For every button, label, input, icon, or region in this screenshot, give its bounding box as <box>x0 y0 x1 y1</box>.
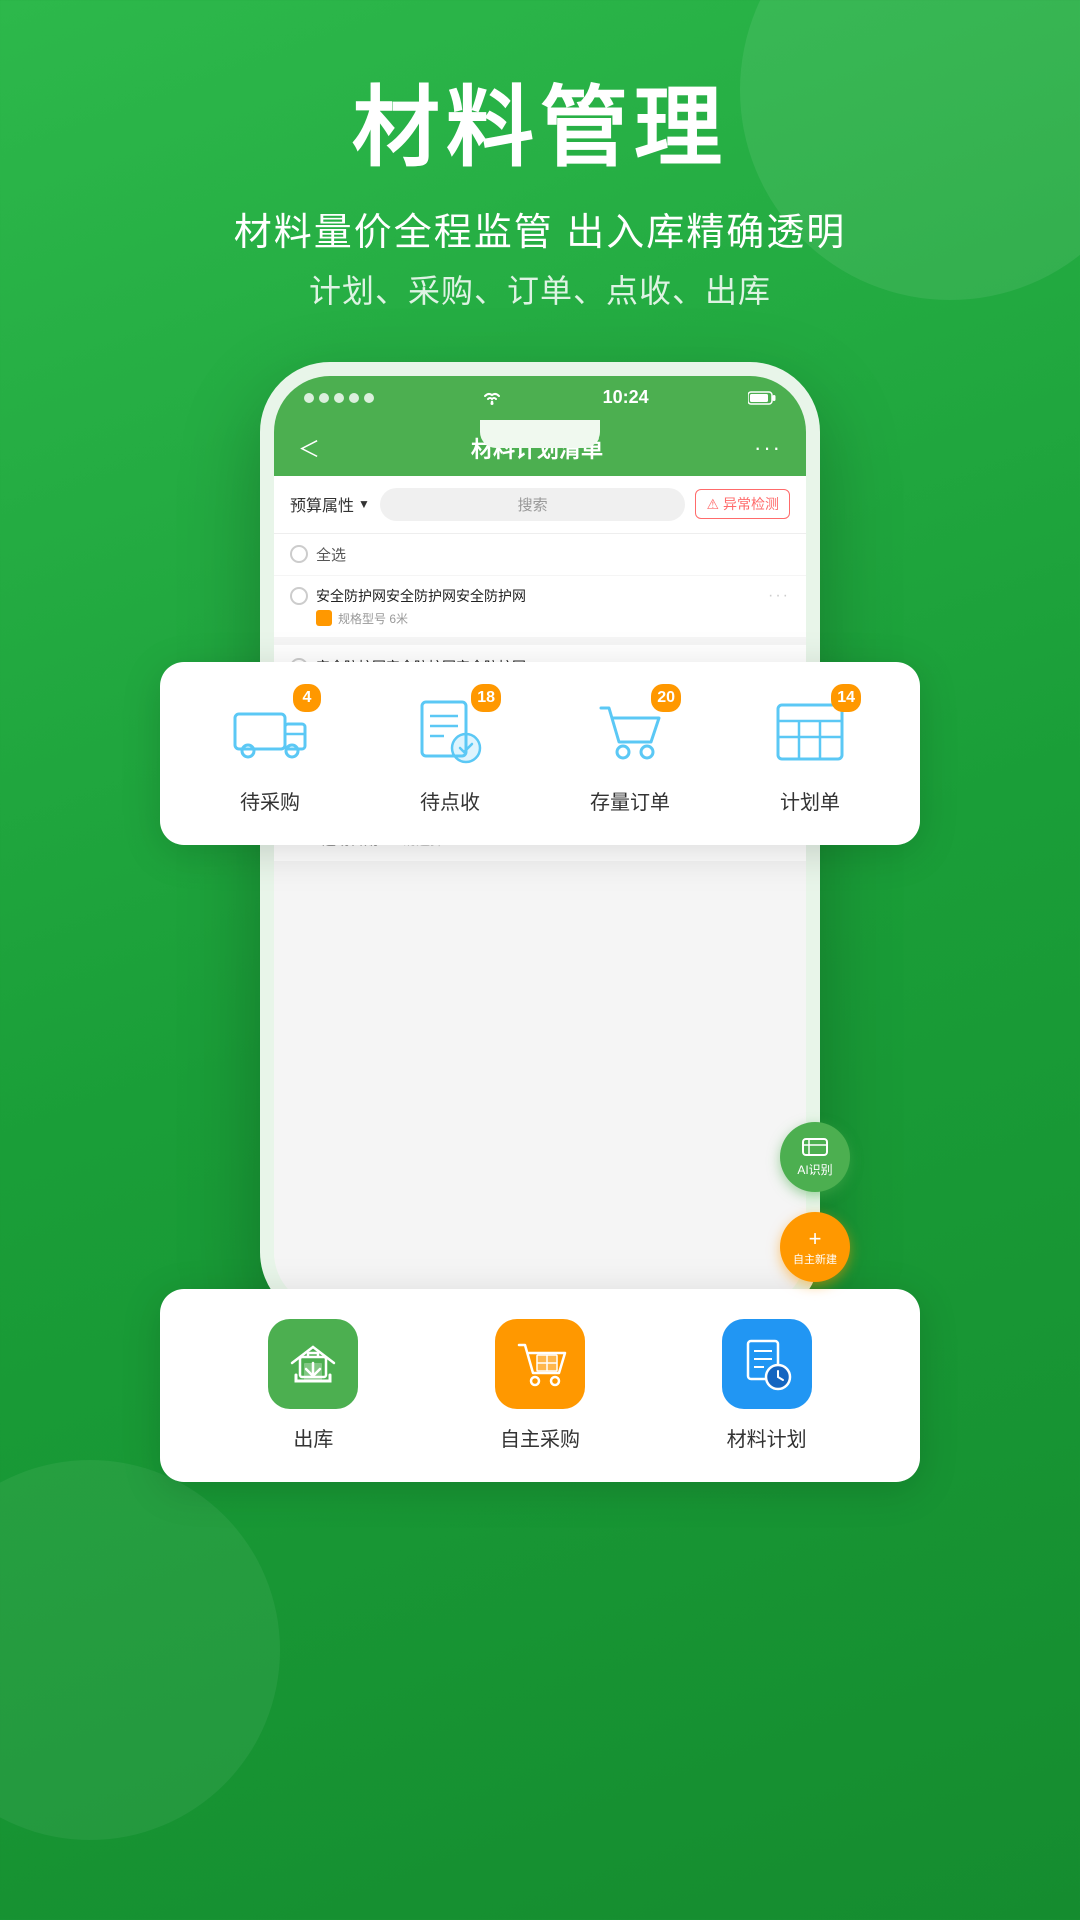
status-bar: 10:24 <box>274 376 806 420</box>
cart-icon-wrap: 20 <box>585 692 675 772</box>
ai-label: AI识别 <box>797 1161 832 1178</box>
quick-label-pending-purchase: 待采购 <box>240 786 300 815</box>
list-item-1[interactable]: 安全防护网安全防护网安全防护网 ··· 规格型号 6米 <box>274 576 806 637</box>
ai-icon <box>801 1135 829 1159</box>
quick-item-pending-purchase[interactable]: 4 待采购 <box>225 692 315 815</box>
phone-notch <box>480 420 600 448</box>
action-item-outbound[interactable]: 出库 <box>268 1319 358 1452</box>
action-item-self-purchase[interactable]: 自主采购 <box>495 1319 585 1452</box>
signal-dot-3 <box>334 393 344 403</box>
ai-identify-button[interactable]: AI识别 <box>780 1122 850 1192</box>
self-purchase-icon <box>513 1337 567 1391</box>
budget-filter-label: 预算属性 <box>290 492 354 516</box>
bg-circle-bottom <box>0 1460 280 1840</box>
signal-dot-2 <box>319 393 329 403</box>
quick-item-plan[interactable]: 14 计划单 <box>765 692 855 815</box>
quick-access-card: 4 待采购 18 待点收 <box>160 662 920 845</box>
signal-dots <box>304 393 374 403</box>
header-section: 材料管理 材料量价全程监管 出入库精确透明 计划、采购、订单、点收、出库 <box>0 0 1080 312</box>
quick-item-pending-check[interactable]: 18 待点收 <box>405 692 495 815</box>
dropdown-chevron-icon: ▼ <box>358 497 370 511</box>
battery-icon <box>748 390 776 406</box>
anomaly-detect-button[interactable]: ⚠ 异常检测 <box>695 489 790 519</box>
self-create-button[interactable]: + 自主新建 <box>780 1212 850 1282</box>
quick-item-stock-order[interactable]: 20 存量订单 <box>585 692 675 815</box>
action-item-material-plan[interactable]: 材料计划 <box>722 1319 812 1452</box>
action-label-outbound: 出库 <box>293 1423 333 1452</box>
nav-more-button[interactable]: ··· <box>754 435 782 461</box>
item1-title: 安全防护网安全防护网安全防护网 <box>316 586 526 606</box>
signal-dot-4 <box>349 393 359 403</box>
new-plus-icon: + <box>809 1226 822 1252</box>
quick-label-plan: 计划单 <box>780 786 840 815</box>
warning-icon: ⚠ <box>706 496 719 513</box>
doc-check-badge: 18 <box>471 684 501 712</box>
signal-dot-5 <box>364 393 374 403</box>
action-label-self-purchase: 自主采购 <box>500 1423 580 1452</box>
grid-table-icon-wrap: 14 <box>765 692 855 772</box>
self-purchase-icon-box <box>495 1319 585 1409</box>
bottom-action-card: 出库 自主采购 <box>160 1289 920 1482</box>
truck-badge: 4 <box>293 684 321 712</box>
nav-back-button[interactable]: ＜ <box>298 432 320 464</box>
outbound-icon-box <box>268 1319 358 1409</box>
page-title: 材料管理 <box>0 80 1080 177</box>
item1-more-icon[interactable]: ··· <box>768 587 790 605</box>
outbound-icon <box>286 1337 340 1391</box>
item1-sub: 规格型号 6米 <box>338 610 408 627</box>
subtitle-line2: 计划、采购、订单、点收、出库 <box>0 266 1080 312</box>
doc-check-icon-wrap: 18 <box>405 692 495 772</box>
wifi-icon <box>481 390 503 406</box>
select-all-radio[interactable] <box>290 545 308 563</box>
subtitle-line1: 材料量价全程监管 出入库精确透明 <box>0 201 1080 256</box>
item1-radio[interactable] <box>290 587 308 605</box>
material-plan-icon-box <box>722 1319 812 1409</box>
material-plan-icon <box>740 1337 794 1391</box>
phone-mockup-wrapper: 10:24 ＜ 材料计划清单 ··· 预算属性 ▼ 搜索 <box>200 362 880 1512</box>
search-input[interactable]: 搜索 <box>380 488 686 521</box>
new-label: 自主新建 <box>793 1254 837 1267</box>
signal-dot-1 <box>304 393 314 403</box>
budget-filter-dropdown[interactable]: 预算属性 ▼ <box>290 492 370 516</box>
quick-label-stock-order: 存量订单 <box>590 786 670 815</box>
select-all-row[interactable]: 全选 <box>274 533 806 575</box>
truck-icon-wrap: 4 <box>225 692 315 772</box>
cart-badge: 20 <box>651 684 681 712</box>
quick-label-pending-check: 待点收 <box>420 786 480 815</box>
select-all-label: 全选 <box>316 544 346 565</box>
filter-bar: 预算属性 ▼ 搜索 ⚠ 异常检测 <box>274 476 806 533</box>
phone-content: 预算属性 ▼ 搜索 ⚠ 异常检测 全选 安全防护网安全防护 <box>274 476 806 1308</box>
grid-table-badge: 14 <box>831 684 861 712</box>
action-label-material-plan: 材料计划 <box>727 1423 807 1452</box>
item1-badge <box>316 610 332 626</box>
status-time: 10:24 <box>603 387 649 408</box>
